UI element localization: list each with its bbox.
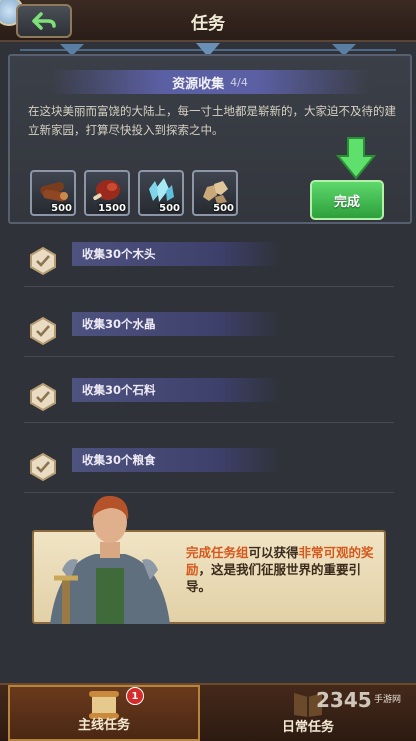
divider xyxy=(24,356,394,357)
hint-plain: ，这是我们征服世界的重要引导。 xyxy=(186,562,362,594)
reward-count: 500 xyxy=(51,203,72,214)
reward-row: 500 1500 500 500 xyxy=(30,170,238,216)
divider xyxy=(24,422,394,423)
reward-count: 500 xyxy=(159,203,180,214)
task-label: 收集30个水晶 xyxy=(82,317,156,331)
task-label: 收集30个粮食 xyxy=(82,453,156,467)
hero-portrait xyxy=(50,495,170,624)
tab-label: 日常任务 xyxy=(281,720,334,735)
tab-main-quests[interactable]: 1 主线任务 xyxy=(8,685,200,741)
hint-plain: 可以获得 xyxy=(248,545,299,560)
watermark-logo: 2345 xyxy=(316,688,372,712)
top-bar: 任务 xyxy=(0,0,416,42)
task-item: 收集30个水晶 xyxy=(0,304,416,364)
task-label: 收集30个石料 xyxy=(82,383,156,397)
down-arrow-icon xyxy=(336,137,376,180)
reward-meat[interactable]: 1500 xyxy=(84,170,130,216)
hint-highlight: 完成任务组 xyxy=(186,545,249,560)
quest-description: 在这块美丽而富饶的大陆上，每一寸土地都是崭新的，大家迫不及待的建立新家园，打算尽… xyxy=(28,104,396,137)
check-scroll-icon xyxy=(30,382,56,412)
quest-title: 资源收集 xyxy=(172,76,225,92)
hint-text: 完成任务组可以获得非常可观的奖励，这是我们征服世界的重要引导。 xyxy=(186,544,376,595)
page-title: 任务 xyxy=(191,14,225,34)
task-item: 收集30个石料 xyxy=(0,370,416,430)
notification-badge: 1 xyxy=(126,687,144,705)
quest-progress: 4/4 xyxy=(230,75,248,89)
check-scroll-icon xyxy=(30,316,56,346)
complete-button[interactable]: 完成 xyxy=(310,180,384,220)
check-scroll-icon xyxy=(30,246,56,276)
watermark-sub: 手游网 xyxy=(374,695,402,705)
quest-card: 资源收集 4/4 在这块美丽而富饶的大陆上，每一寸土地都是崭新的，大家迫不及待的… xyxy=(8,54,412,224)
quest-header: 资源收集 4/4 xyxy=(50,70,370,94)
task-label: 收集30个木头 xyxy=(82,247,156,261)
check-scroll-icon xyxy=(30,452,56,482)
reward-count: 500 xyxy=(213,203,234,214)
reward-stone[interactable]: 500 xyxy=(192,170,238,216)
reward-count: 1500 xyxy=(98,203,126,214)
tab-label: 主线任务 xyxy=(77,718,130,733)
reward-crystal[interactable]: 500 xyxy=(138,170,184,216)
divider xyxy=(24,286,394,287)
reward-wood[interactable]: 500 xyxy=(30,170,76,216)
task-item: 收集30个木头 xyxy=(0,234,416,294)
